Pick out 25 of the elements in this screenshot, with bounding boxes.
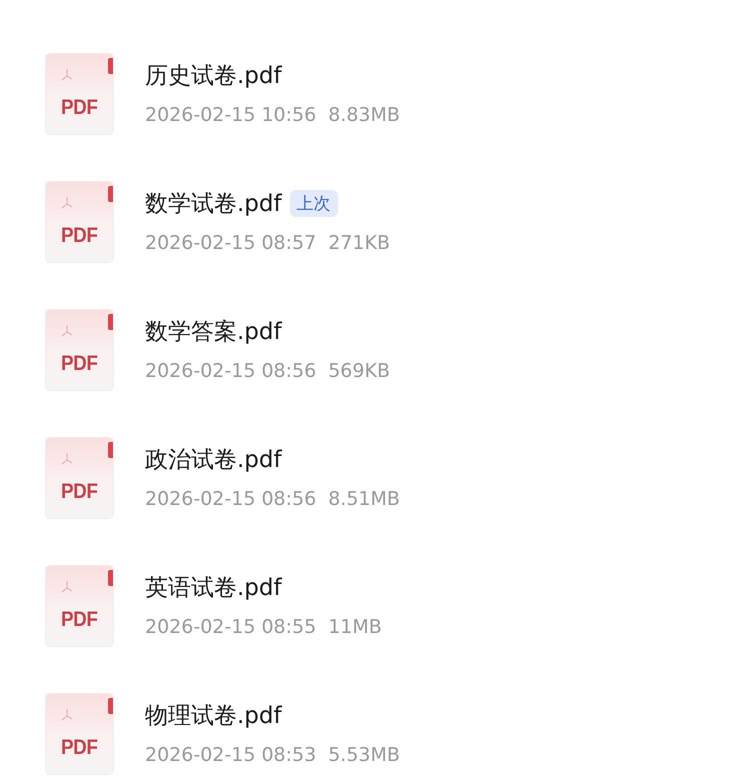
file-date: 2026-02-15 08:57 (145, 232, 316, 254)
file-date: 2026-02-15 10:56 (145, 104, 316, 126)
file-name[interactable]: 英语试卷.pdf (145, 572, 282, 602)
file-name[interactable]: 数学试卷.pdf (145, 188, 282, 218)
pdf-file-icon: PDF (46, 438, 113, 518)
pdf-file-icon: PDF (46, 694, 113, 774)
file-size: 569KB (328, 360, 390, 382)
pdf-file-icon: PDF (46, 310, 113, 390)
file-size: 11MB (328, 616, 382, 638)
file-size: 5.53MB (328, 744, 400, 766)
file-size: 8.51MB (328, 488, 400, 510)
file-name[interactable]: 政治试卷.pdf (145, 444, 282, 474)
pdf-file-icon: PDF (46, 54, 113, 134)
file-name[interactable]: 数学答案.pdf (145, 316, 282, 346)
file-date: 2026-02-15 08:56 (145, 488, 316, 510)
file-name[interactable]: 历史试卷.pdf (145, 60, 282, 90)
file-name[interactable]: 物理试卷.pdf (145, 700, 282, 730)
file-date: 2026-02-15 08:56 (145, 360, 316, 382)
last-opened-badge: 上次 (290, 190, 338, 216)
file-size: 271KB (328, 232, 390, 254)
pdf-file-icon: PDF (46, 566, 113, 646)
file-date: 2026-02-15 08:55 (145, 616, 316, 638)
pdf-file-icon: PDF (46, 182, 113, 262)
file-size: 8.83MB (328, 104, 400, 126)
file-date: 2026-02-15 08:53 (145, 744, 316, 766)
